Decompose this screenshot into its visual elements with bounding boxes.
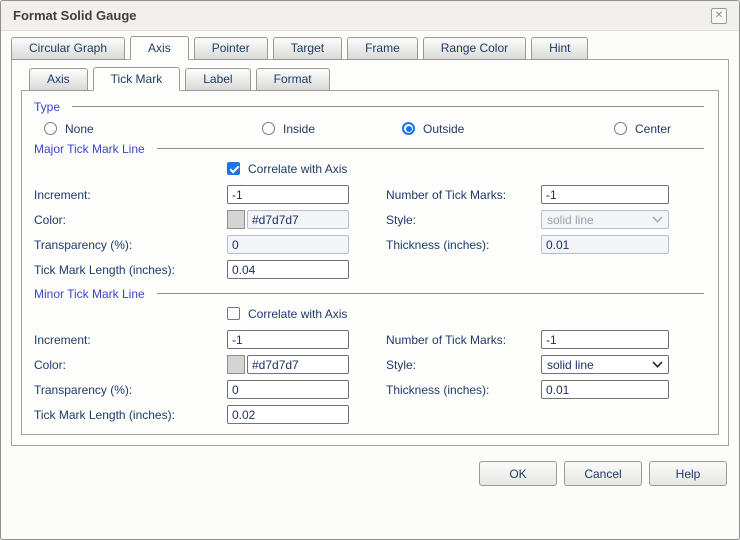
radio-none-icon — [44, 122, 57, 135]
major-color-swatch — [227, 210, 245, 229]
minor-num-ticks-input[interactable] — [541, 330, 669, 349]
main-tab-strip: Circular Graph Axis Pointer Target Frame… — [11, 37, 729, 60]
tab-hint[interactable]: Hint — [531, 37, 588, 60]
axis-tab-panel: Axis Tick Mark Label Format Type None In… — [11, 59, 729, 446]
minor-increment-input[interactable] — [227, 330, 349, 349]
radio-center-icon — [614, 122, 627, 135]
minor-color-swatch[interactable] — [227, 355, 245, 374]
minor-color-label: Color: — [34, 358, 227, 372]
format-solid-gauge-dialog: Format Solid Gauge ✕ Circular Graph Axis… — [0, 0, 740, 540]
major-thickness-input — [541, 235, 669, 254]
minor-transparency-input[interactable] — [227, 380, 349, 399]
tick-type-radio-group: None Inside Outside Center — [34, 120, 706, 137]
minor-section-header: Minor Tick Mark Line — [34, 286, 706, 301]
radio-center[interactable]: Center — [614, 120, 706, 137]
close-icon[interactable]: ✕ — [711, 8, 727, 24]
checkbox-icon — [227, 162, 240, 175]
dialog-titlebar: Format Solid Gauge ✕ — [1, 1, 739, 31]
chevron-down-icon — [652, 361, 663, 368]
minor-increment-label: Increment: — [34, 333, 227, 347]
help-button[interactable]: Help — [649, 461, 727, 486]
major-header-label: Major Tick Mark Line — [34, 142, 145, 156]
major-transparency-input — [227, 235, 349, 254]
subtab-axis[interactable]: Axis — [29, 68, 88, 91]
minor-header-label: Minor Tick Mark Line — [34, 287, 145, 301]
major-length-label: Tick Mark Length (inches): — [34, 263, 227, 277]
radio-none[interactable]: None — [44, 120, 262, 137]
subtab-label[interactable]: Label — [185, 68, 250, 91]
major-increment-input[interactable] — [227, 185, 349, 204]
tab-pointer[interactable]: Pointer — [194, 37, 268, 60]
major-num-ticks-input[interactable] — [541, 185, 669, 204]
major-color-label: Color: — [34, 213, 227, 227]
dialog-title: Format Solid Gauge — [13, 8, 711, 23]
major-transparency-label: Transparency (%): — [34, 238, 227, 252]
sub-tab-strip: Axis Tick Mark Label Format — [29, 68, 719, 91]
section-divider — [72, 106, 704, 107]
major-color-cell — [227, 210, 349, 229]
subtab-tick-mark[interactable]: Tick Mark — [93, 67, 181, 91]
minor-style-select[interactable]: solid line — [541, 355, 669, 374]
type-header-label: Type — [34, 100, 60, 114]
radio-outside[interactable]: Outside — [402, 120, 614, 137]
major-correlate-checkbox[interactable]: Correlate with Axis — [227, 161, 706, 176]
tab-frame[interactable]: Frame — [347, 37, 418, 60]
subtab-format[interactable]: Format — [256, 68, 330, 91]
radio-outside-icon — [402, 122, 415, 135]
tick-mark-panel: Type None Inside Outside Cent — [21, 90, 719, 435]
tab-circular-graph[interactable]: Circular Graph — [11, 37, 125, 60]
minor-length-label: Tick Mark Length (inches): — [34, 408, 227, 422]
major-style-label: Style: — [386, 213, 541, 227]
type-section-header: Type — [34, 99, 706, 114]
radio-inside[interactable]: Inside — [262, 120, 402, 137]
tab-range-color[interactable]: Range Color — [423, 37, 526, 60]
section-divider — [157, 293, 704, 294]
minor-length-input[interactable] — [227, 405, 349, 424]
major-thickness-label: Thickness (inches): — [386, 238, 541, 252]
minor-transparency-label: Transparency (%): — [34, 383, 227, 397]
minor-thickness-label: Thickness (inches): — [386, 383, 541, 397]
major-style-select: solid line — [541, 210, 669, 229]
minor-style-label: Style: — [386, 358, 541, 372]
radio-inside-icon — [262, 122, 275, 135]
major-increment-label: Increment: — [34, 188, 227, 202]
major-fields: Increment: Number of Tick Marks: Color: … — [34, 185, 706, 279]
minor-color-input[interactable] — [247, 355, 349, 374]
minor-thickness-input[interactable] — [541, 380, 669, 399]
major-num-ticks-label: Number of Tick Marks: — [386, 188, 541, 202]
minor-correlate-checkbox[interactable]: Correlate with Axis — [227, 306, 706, 321]
tab-target[interactable]: Target — [273, 37, 342, 60]
checkbox-icon — [227, 307, 240, 320]
tab-axis[interactable]: Axis — [130, 36, 189, 60]
major-section-header: Major Tick Mark Line — [34, 141, 706, 156]
ok-button[interactable]: OK — [479, 461, 557, 486]
minor-color-cell — [227, 355, 349, 374]
chevron-down-icon — [652, 216, 663, 223]
minor-fields: Increment: Number of Tick Marks: Color: … — [34, 330, 706, 424]
dialog-footer: OK Cancel Help — [13, 461, 727, 486]
cancel-button[interactable]: Cancel — [564, 461, 642, 486]
major-color-input — [247, 210, 349, 229]
section-divider — [157, 148, 704, 149]
minor-num-ticks-label: Number of Tick Marks: — [386, 333, 541, 347]
major-length-input[interactable] — [227, 260, 349, 279]
